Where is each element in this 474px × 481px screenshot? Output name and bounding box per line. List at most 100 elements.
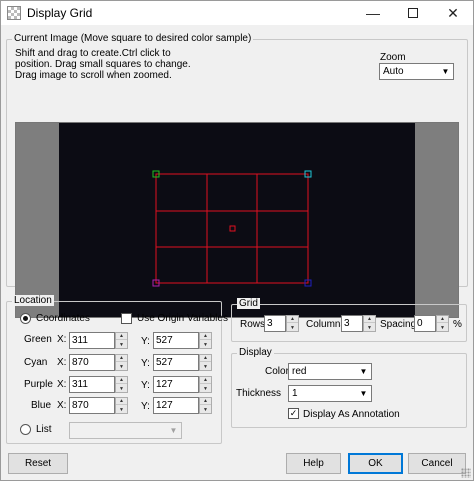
spin-down-icon[interactable]: ▼ — [200, 385, 211, 392]
minimize-button[interactable]: — — [353, 1, 393, 25]
cyan-y-spinner[interactable]: ▲ ▼ — [199, 354, 212, 371]
display-group: Display Color red ▼ Thickness 1 ▼ ✓ Disp… — [231, 347, 467, 428]
rows-value: 3 — [267, 318, 273, 329]
blue-y-input[interactable]: 127 — [153, 397, 199, 414]
spacing-spinner[interactable]: ▲ ▼ — [436, 315, 449, 332]
purple-x-label: X: — [57, 379, 67, 390]
spin-down-icon[interactable]: ▼ — [437, 324, 448, 331]
purple-y-input[interactable]: 127 — [153, 376, 199, 393]
spin-up-icon[interactable]: ▲ — [116, 377, 127, 384]
cyan-x-spinner[interactable]: ▲ ▼ — [115, 354, 128, 371]
spin-up-icon[interactable]: ▲ — [200, 398, 211, 405]
columns-spinner[interactable]: ▲ ▼ — [363, 315, 376, 332]
spin-up-icon[interactable]: ▲ — [364, 316, 375, 323]
spin-up-icon[interactable]: ▲ — [116, 398, 127, 405]
blue-x-spinner[interactable]: ▲ ▼ — [115, 397, 128, 414]
rows-input[interactable]: 3 — [264, 315, 286, 332]
green-y-value: 527 — [156, 335, 173, 346]
spin-down-icon[interactable]: ▼ — [116, 406, 127, 413]
green-x-input[interactable]: 311 — [69, 332, 115, 349]
help-text-line-1: Shift and drag to create.Ctrl click to — [15, 48, 171, 59]
cyan-y-label: Y: — [141, 358, 150, 369]
columns-label: Columns — [306, 319, 346, 330]
display-grid-window: Display Grid — ✕ Current Image (Move squ… — [0, 0, 474, 481]
location-label: Location — [12, 295, 54, 306]
list-radio[interactable] — [20, 424, 31, 435]
spin-up-icon[interactable]: ▲ — [116, 333, 127, 340]
green-x-spinner[interactable]: ▲ ▼ — [115, 332, 128, 349]
use-origin-variables-checkbox[interactable] — [121, 313, 132, 324]
spin-up-icon[interactable]: ▲ — [200, 333, 211, 340]
purple-label: Purple — [24, 379, 53, 390]
green-y-label: Y: — [141, 336, 150, 347]
display-label: Display — [237, 347, 274, 358]
coordinates-radio[interactable] — [20, 313, 31, 324]
spin-down-icon[interactable]: ▼ — [200, 406, 211, 413]
columns-value: 3 — [344, 318, 350, 329]
purple-y-spinner[interactable]: ▲ ▼ — [199, 376, 212, 393]
center-sample-square[interactable] — [229, 225, 236, 232]
thickness-dropdown[interactable]: 1 ▼ — [288, 385, 372, 402]
blue-label: Blue — [31, 400, 52, 411]
rows-label: Rows — [240, 319, 266, 330]
ok-button[interactable]: OK — [348, 453, 403, 474]
zoom-value: Auto — [383, 66, 404, 77]
blue-x-value: 870 — [72, 400, 89, 411]
maximize-icon — [408, 8, 418, 18]
grid-outline[interactable] — [155, 173, 309, 284]
color-label: Color — [265, 366, 289, 377]
spin-down-icon[interactable]: ▼ — [116, 341, 127, 348]
location-group: Location Coordinates Use Origin Variable… — [6, 295, 228, 444]
spacing-label: Spacing — [380, 319, 417, 330]
window-title: Display Grid — [27, 6, 93, 20]
help-text-line-3: Drag image to scroll when zoomed. — [15, 70, 172, 81]
purple-x-value: 311 — [72, 379, 88, 390]
green-x-value: 311 — [72, 335, 88, 346]
columns-input[interactable]: 3 — [341, 315, 363, 332]
purple-x-input[interactable]: 311 — [69, 376, 115, 393]
color-dropdown[interactable]: red ▼ — [288, 363, 372, 380]
spin-up-icon[interactable]: ▲ — [287, 316, 298, 323]
spin-up-icon[interactable]: ▲ — [200, 377, 211, 384]
spin-up-icon[interactable]: ▲ — [437, 316, 448, 323]
cancel-button[interactable]: Cancel — [408, 453, 466, 474]
grid-overlay[interactable] — [16, 123, 459, 318]
list-dropdown[interactable]: ▼ — [69, 422, 182, 439]
purple-x-spinner[interactable]: ▲ ▼ — [115, 376, 128, 393]
spacing-input[interactable]: 0 — [414, 315, 436, 332]
zoom-label: Zoom — [380, 52, 406, 63]
blue-y-spinner[interactable]: ▲ ▼ — [199, 397, 212, 414]
green-x-label: X: — [57, 334, 67, 345]
title-bar[interactable]: Display Grid — ✕ — [1, 1, 473, 25]
spin-down-icon[interactable]: ▼ — [116, 385, 127, 392]
cyan-x-input[interactable]: 870 — [69, 354, 115, 371]
spin-down-icon[interactable]: ▼ — [200, 363, 211, 370]
help-button[interactable]: Help — [286, 453, 341, 474]
current-image-group: Current Image (Move square to desired co… — [6, 33, 468, 318]
list-label: List — [36, 424, 52, 435]
spin-down-icon[interactable]: ▼ — [116, 363, 127, 370]
resize-grip-icon[interactable] — [461, 468, 471, 478]
cyan-y-input[interactable]: 527 — [153, 354, 199, 371]
rows-spinner[interactable]: ▲ ▼ — [286, 315, 299, 332]
green-y-spinner[interactable]: ▲ ▼ — [199, 332, 212, 349]
blue-y-label: Y: — [141, 401, 150, 412]
use-origin-variables-label: Use Origin Variables — [137, 313, 228, 324]
display-as-annotation-checkbox[interactable]: ✓ — [288, 408, 299, 419]
spin-down-icon[interactable]: ▼ — [364, 324, 375, 331]
grid-group: Grid Rows 3 ▲ ▼ Columns 3 ▲ ▼ Spacing 0 ▲ ▼… — [231, 298, 467, 342]
close-button[interactable]: ✕ — [433, 1, 473, 25]
reset-button[interactable]: Reset — [8, 453, 68, 474]
spin-up-icon[interactable]: ▲ — [200, 355, 211, 362]
close-icon: ✕ — [447, 4, 459, 21]
blue-x-input[interactable]: 870 — [69, 397, 115, 414]
image-preview[interactable] — [15, 122, 459, 318]
spin-up-icon[interactable]: ▲ — [116, 355, 127, 362]
zoom-dropdown[interactable]: Auto ▼ — [379, 63, 454, 80]
green-y-input[interactable]: 527 — [153, 332, 199, 349]
grid-app-icon — [7, 6, 21, 20]
spin-down-icon[interactable]: ▼ — [287, 324, 298, 331]
spin-down-icon[interactable]: ▼ — [200, 341, 211, 348]
maximize-button[interactable] — [393, 1, 433, 25]
chevron-down-icon: ▼ — [359, 367, 368, 376]
